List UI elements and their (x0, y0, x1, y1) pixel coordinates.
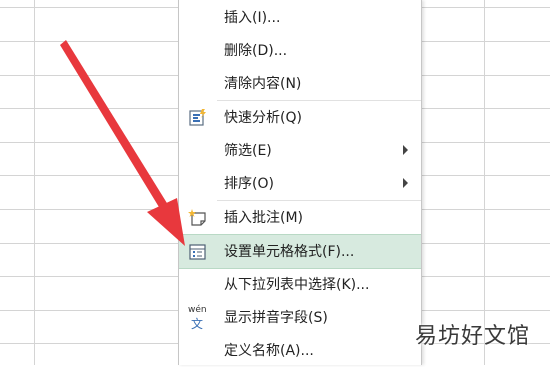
menu-item-sort[interactable]: 排序(O) (179, 167, 421, 200)
phonetic-icon-bottom: 文 (191, 317, 204, 331)
submenu-arrow-icon (403, 145, 408, 155)
menu-item-show-phonetic[interactable]: wén 文 显示拼音字段(S) (179, 301, 421, 334)
insert-comment-icon (188, 208, 208, 228)
menu-item-define-name[interactable]: 定义名称(A)... (179, 334, 421, 367)
menu-item-label: 定义名称(A)... (224, 343, 314, 359)
quick-analysis-icon (188, 108, 208, 128)
menu-item-label: 插入批注(M) (224, 210, 304, 226)
menu-item-pick-from-dropdown[interactable]: 从下拉列表中选择(K)... (179, 268, 421, 301)
watermark-text: 易坊好文馆 (414, 324, 530, 349)
menu-item-delete[interactable]: 删除(D)... (179, 34, 421, 67)
menu-item-label: 设置单元格格式(F)... (224, 244, 355, 260)
menu-item-label: 从下拉列表中选择(K)... (224, 277, 370, 293)
menu-item-label: 排序(O) (224, 176, 274, 192)
context-menu: 插入(I)... 删除(D)... 清除内容(N) 快速分析(Q) 筛选(E) … (178, 0, 422, 365)
phonetic-guide-icon: wén 文 (188, 305, 208, 331)
menu-item-format-cells[interactable]: 设置单元格格式(F)... (179, 234, 421, 269)
menu-item-label: 显示拼音字段(S) (224, 310, 328, 326)
phonetic-icon-top: wén (188, 305, 207, 315)
menu-item-filter[interactable]: 筛选(E) (179, 134, 421, 167)
menu-item-insert[interactable]: 插入(I)... (179, 1, 421, 34)
submenu-arrow-icon (403, 178, 408, 188)
menu-item-label: 删除(D)... (224, 43, 288, 59)
menu-item-label: 清除内容(N) (224, 76, 302, 92)
format-cells-icon (188, 242, 208, 262)
menu-item-clear-contents[interactable]: 清除内容(N) (179, 67, 421, 100)
menu-item-label: 插入(I)... (224, 10, 281, 26)
menu-item-quick-analysis[interactable]: 快速分析(Q) (179, 101, 421, 134)
grid-col-line (484, 0, 485, 365)
menu-item-insert-comment[interactable]: 插入批注(M) (179, 201, 421, 234)
grid-col-line (34, 0, 35, 365)
menu-item-label: 筛选(E) (224, 143, 272, 159)
menu-item-label: 快速分析(Q) (224, 110, 302, 126)
